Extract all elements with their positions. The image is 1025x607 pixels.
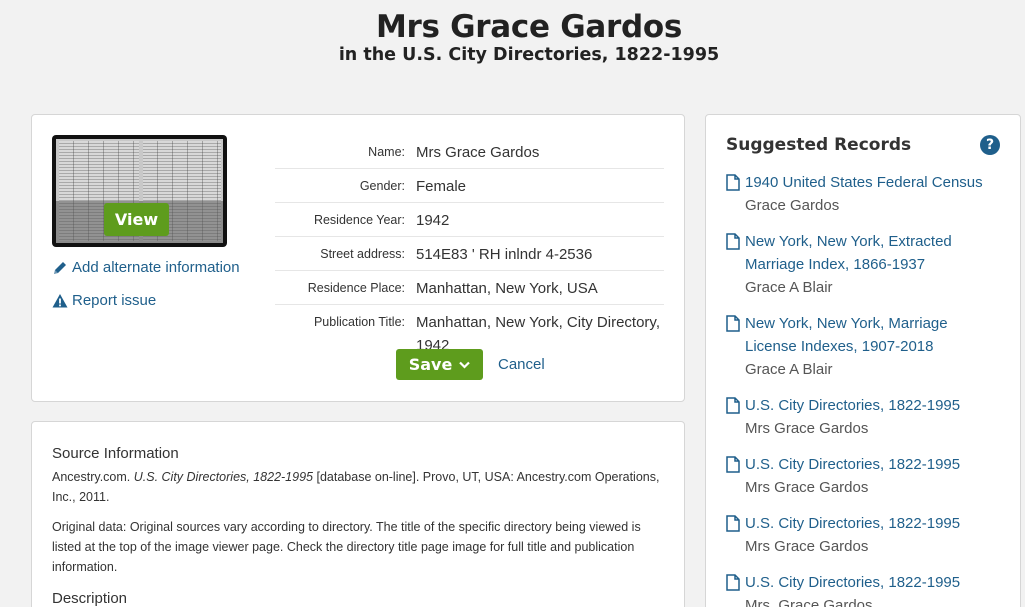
source-card: Source Information Ancestry.com. U.S. Ci… bbox=[31, 421, 685, 607]
suggested-record-link[interactable]: 1940 United States Federal Census bbox=[745, 171, 983, 194]
suggested-record-person: Mrs Grace Gardos bbox=[745, 538, 869, 555]
record-fields: Name: Mrs Grace Gardos Gender: Female Re… bbox=[275, 135, 664, 361]
field-label: Publication Title: bbox=[313, 315, 405, 329]
page-subtitle: in the U.S. City Directories, 1822-1995 bbox=[338, 45, 720, 65]
report-issue-link[interactable]: Report issue bbox=[52, 292, 156, 309]
description-title: Description bbox=[52, 590, 128, 607]
suggested-record-item: U.S. City Directories, 1822-1995 Mrs. Gr… bbox=[726, 571, 1000, 607]
suggested-record-item: U.S. City Directories, 1822-1995 Mrs Gra… bbox=[726, 394, 1000, 440]
document-icon bbox=[726, 315, 740, 332]
document-icon bbox=[726, 456, 740, 473]
question-circle-icon[interactable]: ? bbox=[980, 135, 1000, 155]
add-alternate-info-link[interactable]: Add alternate information bbox=[52, 259, 240, 276]
suggested-record-link[interactable]: New York, New York, Marriage License Ind… bbox=[745, 312, 1000, 358]
suggested-record-item: U.S. City Directories, 1822-1995 Mrs Gra… bbox=[726, 512, 1000, 558]
field-label: Residence Place: bbox=[307, 281, 405, 295]
suggested-record-person: Mrs Grace Gardos bbox=[745, 479, 869, 496]
field-label: Residence Year: bbox=[313, 213, 405, 227]
source-original-data: Original data: Original sources vary acc… bbox=[52, 520, 641, 574]
suggested-record-item: New York, New York, Extracted Marriage I… bbox=[726, 230, 1000, 299]
field-value: Female bbox=[416, 178, 467, 195]
page-title: Mrs Grace Gardos bbox=[375, 9, 683, 45]
field-label: Gender: bbox=[359, 179, 405, 193]
field-value: 514E83 ' RH inlndr 4-2536 bbox=[416, 246, 593, 263]
document-icon bbox=[726, 174, 740, 191]
suggested-record-link[interactable]: New York, New York, Extracted Marriage I… bbox=[745, 230, 1000, 276]
field-row-gender: Gender: Female bbox=[275, 169, 664, 203]
suggested-record-person: Grace A Blair bbox=[745, 279, 833, 296]
view-image-button[interactable]: View bbox=[104, 203, 169, 236]
document-icon bbox=[726, 574, 740, 591]
suggested-record-person: Mrs Grace Gardos bbox=[745, 420, 869, 437]
suggested-record-person: Grace A Blair bbox=[745, 361, 833, 378]
suggested-records-card: Suggested Records ? 1940 United States F… bbox=[705, 114, 1021, 607]
source-citation: Ancestry.com. U.S. City Directories, 182… bbox=[52, 467, 664, 507]
suggested-record-item: 1940 United States Federal Census Grace … bbox=[726, 171, 1000, 217]
document-icon bbox=[726, 233, 740, 250]
source-info-title: Source Information bbox=[52, 445, 179, 462]
field-row-name: Name: Mrs Grace Gardos bbox=[275, 135, 664, 169]
field-row-residence-year: Residence Year: 1942 bbox=[275, 203, 664, 237]
citation-prefix: Ancestry.com. bbox=[52, 470, 131, 484]
suggested-record-item: New York, New York, Marriage License Ind… bbox=[726, 312, 1000, 381]
field-value: Mrs Grace Gardos bbox=[416, 144, 540, 161]
page-header: Mrs Grace Gardos in the U.S. City Direct… bbox=[0, 8, 1025, 65]
record-card: View Add alternate information Report is… bbox=[31, 114, 685, 402]
field-row-street-address: Street address: 514E83 ' RH inlndr 4-253… bbox=[275, 237, 664, 271]
suggested-record-link[interactable]: U.S. City Directories, 1822-1995 bbox=[745, 571, 960, 594]
save-button[interactable]: Save bbox=[396, 349, 483, 380]
field-value: Manhattan, New York, USA bbox=[416, 280, 598, 297]
suggested-record-person: Grace Gardos bbox=[745, 197, 840, 214]
warning-icon bbox=[52, 293, 68, 307]
citation-title: U.S. City Directories, 1822-1995 bbox=[133, 470, 313, 484]
report-issue-label: Report issue bbox=[72, 292, 157, 309]
suggested-record-link[interactable]: U.S. City Directories, 1822-1995 bbox=[745, 453, 960, 476]
cancel-link[interactable]: Cancel bbox=[498, 356, 545, 373]
save-button-label: Save bbox=[408, 355, 453, 374]
document-icon bbox=[726, 515, 740, 532]
field-value: 1942 bbox=[416, 212, 450, 229]
add-alternate-info-label: Add alternate information bbox=[72, 259, 240, 276]
pencil-icon bbox=[54, 261, 66, 274]
field-label: Street address: bbox=[320, 247, 405, 261]
field-row-residence-place: Residence Place: Manhattan, New York, US… bbox=[275, 271, 664, 305]
field-label: Name: bbox=[368, 145, 405, 159]
record-image-thumbnail[interactable]: View bbox=[52, 135, 227, 247]
suggested-records-title: Suggested Records bbox=[726, 135, 912, 155]
chevron-down-icon bbox=[459, 361, 471, 369]
document-icon bbox=[726, 397, 740, 414]
suggested-record-link[interactable]: U.S. City Directories, 1822-1995 bbox=[745, 512, 960, 535]
suggested-record-link[interactable]: U.S. City Directories, 1822-1995 bbox=[745, 394, 960, 417]
record-actions: Save Cancel bbox=[396, 349, 545, 380]
suggested-record-person: Mrs. Grace Gardos bbox=[745, 597, 873, 607]
suggested-record-item: U.S. City Directories, 1822-1995 Mrs Gra… bbox=[726, 453, 1000, 499]
